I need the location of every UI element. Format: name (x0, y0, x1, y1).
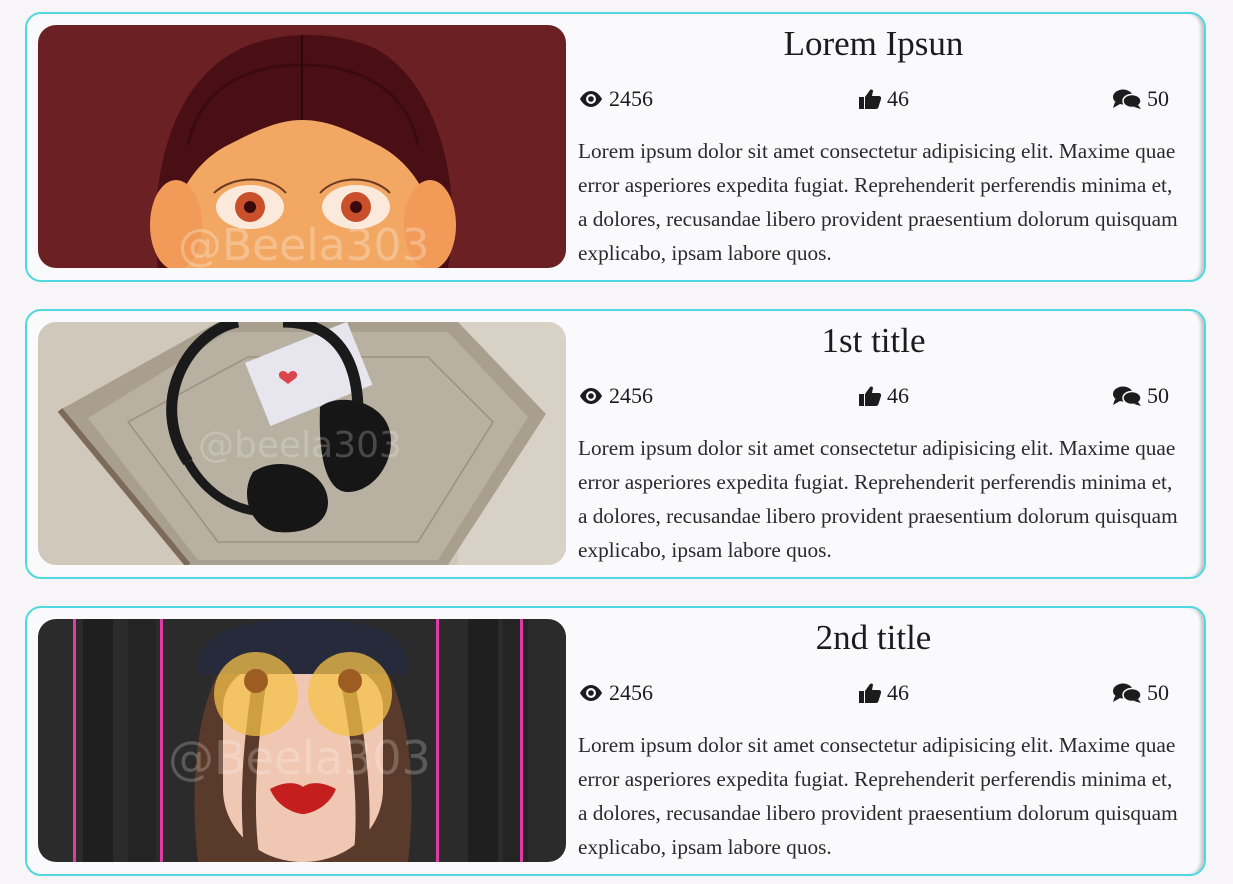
post-content: 2nd title 2456 46 50 Lorem ipsum dolor s… (578, 608, 1178, 874)
comments-count: 50 (1147, 86, 1169, 111)
comments-icon (1113, 386, 1142, 406)
eye-icon (580, 388, 602, 404)
likes-count: 46 (887, 680, 909, 705)
comments-count: 50 (1147, 383, 1169, 408)
eye-icon (580, 91, 602, 107)
likes-stat[interactable]: 46 (858, 382, 909, 410)
image-watermark: @Beela303 (168, 731, 431, 785)
comments-stat[interactable]: 50 (1112, 382, 1169, 410)
likes-count: 46 (887, 86, 909, 111)
image-watermark: @Beela303 (178, 220, 430, 268)
post-stats: 2456 46 50 (578, 382, 1169, 410)
views-count: 2456 (609, 680, 653, 705)
post-title[interactable]: 2nd title (578, 618, 1169, 658)
likes-stat[interactable]: 46 (858, 679, 909, 707)
post-card[interactable]: @beela303 1st title 2456 46 50 Lorem ips (25, 309, 1206, 579)
post-card[interactable]: @Beela303 Lorem Ipsun 2456 46 50 Lorem i (25, 12, 1206, 282)
views-stat: 2456 (578, 85, 653, 113)
post-content: Lorem Ipsun 2456 46 50 Lorem ipsum dolor… (578, 14, 1178, 280)
post-description: Lorem ipsum dolor sit amet consectetur a… (578, 436, 1178, 562)
post-title[interactable]: Lorem Ipsun (578, 24, 1169, 64)
thumbs-up-icon (859, 386, 882, 406)
post-image-portrait-red[interactable]: @Beela303 (38, 25, 566, 268)
post-description: Lorem ipsum dolor sit amet consectetur a… (578, 139, 1178, 265)
post-description: Lorem ipsum dolor sit amet consectetur a… (578, 733, 1178, 859)
post-image-headphones[interactable]: @beela303 (38, 322, 566, 565)
comments-count: 50 (1147, 680, 1169, 705)
thumbs-up-icon (859, 683, 882, 703)
comments-icon (1113, 89, 1142, 109)
post-stats: 2456 46 50 (578, 85, 1169, 113)
post-stats: 2456 46 50 (578, 679, 1169, 707)
post-title[interactable]: 1st title (578, 321, 1169, 361)
comments-icon (1113, 683, 1142, 703)
views-stat: 2456 (578, 382, 653, 410)
post-card[interactable]: @Beela303 2nd title 2456 46 50 Lorem ips (25, 606, 1206, 876)
post-content: 1st title 2456 46 50 Lorem ipsum dolor s… (578, 311, 1178, 577)
image-watermark: @beela303 (198, 425, 402, 466)
views-count: 2456 (609, 86, 653, 111)
card-list: @Beela303 Lorem Ipsun 2456 46 50 Lorem i (0, 0, 1233, 884)
eye-icon (580, 685, 602, 701)
likes-stat[interactable]: 46 (858, 85, 909, 113)
views-stat: 2456 (578, 679, 653, 707)
views-count: 2456 (609, 383, 653, 408)
likes-count: 46 (887, 383, 909, 408)
post-image-portrait-glasses[interactable]: @Beela303 (38, 619, 566, 862)
comments-stat[interactable]: 50 (1112, 85, 1169, 113)
comments-stat[interactable]: 50 (1112, 679, 1169, 707)
thumbs-up-icon (859, 89, 882, 109)
